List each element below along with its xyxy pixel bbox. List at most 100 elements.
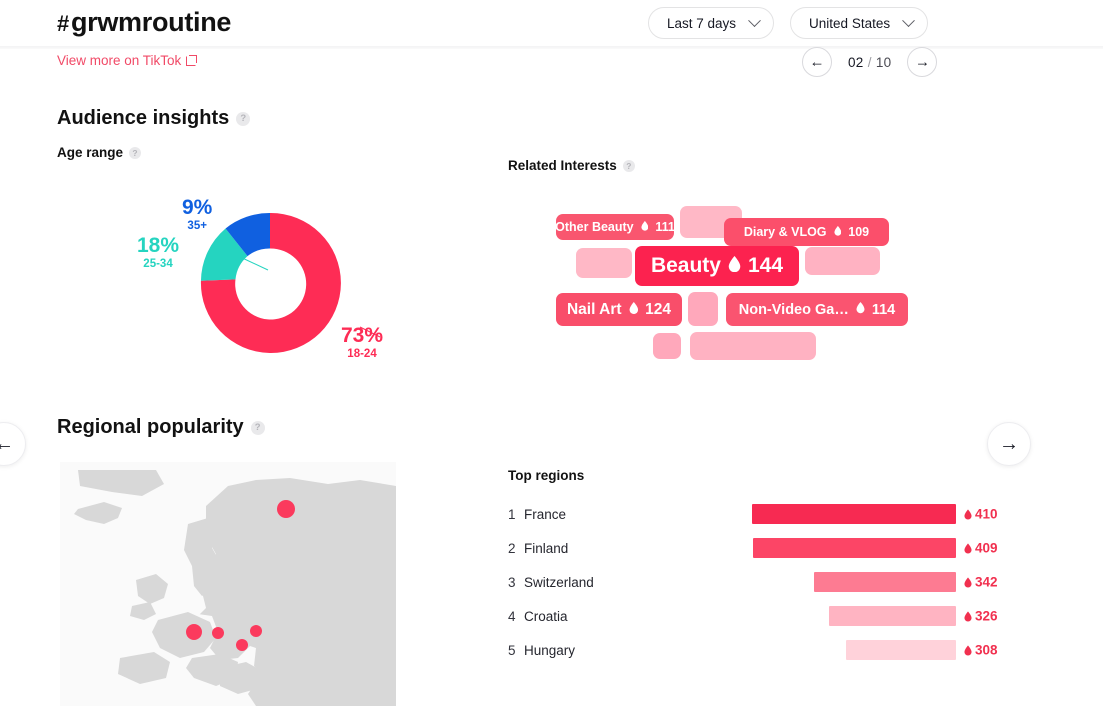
regional-popularity-label: Regional popularity xyxy=(57,416,244,439)
region-bar xyxy=(829,606,956,626)
help-icon[interactable]: ? xyxy=(623,160,635,172)
interest-tag[interactable]: Diary & VLOG 109 xyxy=(724,218,889,246)
map-marker[interactable] xyxy=(236,639,248,651)
map-marker[interactable] xyxy=(212,627,224,639)
region-value: 326 xyxy=(964,609,998,624)
interest-tag-value: 124 xyxy=(645,301,671,319)
region-value-text: 326 xyxy=(975,609,998,624)
region-bar-track xyxy=(752,606,956,626)
donut-pct-25-34: 18% xyxy=(137,235,179,256)
age-range-heading: Age range ? xyxy=(57,145,141,160)
region-name: Switzerland xyxy=(524,575,594,590)
interest-tag-label: Non-Video Ga… xyxy=(739,302,849,318)
age-range-donut-chart: 9% 35+ 18% 25-34 73% 18-24 xyxy=(60,175,480,385)
pagination-prev-button[interactable]: ← xyxy=(802,47,832,77)
map-marker[interactable] xyxy=(250,625,262,637)
region-bar-track xyxy=(752,640,956,660)
region-value-text: 308 xyxy=(975,643,998,658)
help-icon[interactable]: ? xyxy=(251,421,265,435)
table-row[interactable]: 3Switzerland342 xyxy=(508,565,978,599)
donut-svg xyxy=(60,175,480,385)
donut-range-25-34: 25-34 xyxy=(137,256,179,273)
top-regions-heading: Top regions xyxy=(508,468,978,483)
donut-range-18-24: 18-24 xyxy=(341,346,383,363)
map-svg xyxy=(60,462,396,706)
view-more-on-tiktok-link[interactable]: View more on TikTok xyxy=(57,53,197,68)
interest-tag[interactable]: Non-Video Ga… 114 xyxy=(726,293,908,326)
table-row[interactable]: 2Finland409 xyxy=(508,531,978,565)
interest-tag-value: 114 xyxy=(872,302,895,318)
flame-icon xyxy=(964,577,972,587)
flame-icon-wrap xyxy=(856,302,865,318)
page-header: #grwmroutine Last 7 days United States xyxy=(0,0,1103,47)
region-value: 342 xyxy=(964,575,998,590)
carousel-pagination: ← 02 / 10 → xyxy=(802,47,937,77)
carousel-next-button[interactable]: → xyxy=(987,422,1031,466)
donut-pct-35plus: 9% xyxy=(182,197,212,218)
related-interests-tag-cloud: Other Beauty 111 Diary & VLOG 109 Beauty144 N… xyxy=(508,200,938,375)
help-icon[interactable]: ? xyxy=(129,147,141,159)
date-range-filter[interactable]: Last 7 days xyxy=(648,7,774,39)
donut-label-35plus: 9% 35+ xyxy=(182,197,212,235)
europe-map[interactable] xyxy=(60,462,396,706)
tag-placeholder xyxy=(690,332,816,360)
view-more-label: View more on TikTok xyxy=(57,53,181,68)
chevron-down-icon xyxy=(748,14,761,27)
arrow-right-icon: → xyxy=(915,55,930,70)
related-interests-heading: Related Interests ? xyxy=(508,158,635,173)
help-icon[interactable]: ? xyxy=(236,112,250,126)
pagination-current: 02 xyxy=(848,55,864,70)
tag-placeholder xyxy=(688,292,718,326)
tag-placeholder xyxy=(805,247,880,275)
map-marker[interactable] xyxy=(277,500,295,518)
interest-tag[interactable]: Beauty144 xyxy=(635,246,799,286)
top-regions-panel: Top regions 1France4102Finland4093Switze… xyxy=(508,468,978,667)
interest-tag[interactable]: Nail Art 124 xyxy=(556,293,682,326)
region-name: Croatia xyxy=(524,609,568,624)
region-name: Hungary xyxy=(524,643,575,658)
table-row[interactable]: 5Hungary308 xyxy=(508,633,978,667)
interest-tag-label: Beauty xyxy=(651,254,721,278)
table-row[interactable]: 4Croatia326 xyxy=(508,599,978,633)
region-rank: 1 xyxy=(508,507,524,522)
region-value: 410 xyxy=(964,507,998,522)
carousel-prev-button[interactable]: ← xyxy=(0,422,26,466)
region-rank: 2 xyxy=(508,541,524,556)
interest-tag-label: Diary & VLOG xyxy=(744,225,827,239)
region-rank: 4 xyxy=(508,609,524,624)
hashtag-name: grwmroutine xyxy=(71,7,231,37)
interest-tag-label: Other Beauty xyxy=(555,220,634,234)
region-bar xyxy=(814,572,956,592)
region-name: France xyxy=(524,507,566,522)
region-value-text: 342 xyxy=(975,575,998,590)
region-filter[interactable]: United States xyxy=(790,7,928,39)
region-value-text: 410 xyxy=(975,507,998,522)
flame-icon xyxy=(834,226,842,236)
region-rank: 3 xyxy=(508,575,524,590)
donut-label-18-24: 73% 18-24 xyxy=(341,325,383,363)
pagination-next-button[interactable]: → xyxy=(907,47,937,77)
table-row[interactable]: 1France410 xyxy=(508,497,978,531)
flame-icon xyxy=(964,645,972,655)
hashtag-symbol: # xyxy=(57,11,69,36)
flame-icon-wrap xyxy=(641,220,649,234)
flame-icon xyxy=(964,509,972,519)
region-value-text: 409 xyxy=(975,541,998,556)
interest-tag[interactable]: Other Beauty 111 xyxy=(556,214,674,240)
region-bar-track xyxy=(752,572,956,592)
audience-insights-label: Audience insights xyxy=(57,107,229,130)
interest-tag-value: 109 xyxy=(848,225,869,239)
interest-tag-label: Nail Art xyxy=(567,301,622,319)
hashtag-insights-page: #grwmroutine Last 7 days United States V… xyxy=(0,0,1103,706)
header-divider xyxy=(0,46,1103,49)
donut-range-35plus: 35+ xyxy=(182,218,212,235)
chevron-down-icon xyxy=(902,14,915,27)
top-regions-list: 1France4102Finland4093Switzerland3424Cro… xyxy=(508,497,978,667)
pagination-separator: / xyxy=(868,55,872,70)
map-marker[interactable] xyxy=(186,624,202,640)
interest-tag-value: 111 xyxy=(655,220,674,234)
region-rank: 5 xyxy=(508,643,524,658)
donut-pct-18-24: 73% xyxy=(341,325,383,346)
flame-icon-wrap xyxy=(834,225,842,239)
region-bar xyxy=(753,538,956,558)
